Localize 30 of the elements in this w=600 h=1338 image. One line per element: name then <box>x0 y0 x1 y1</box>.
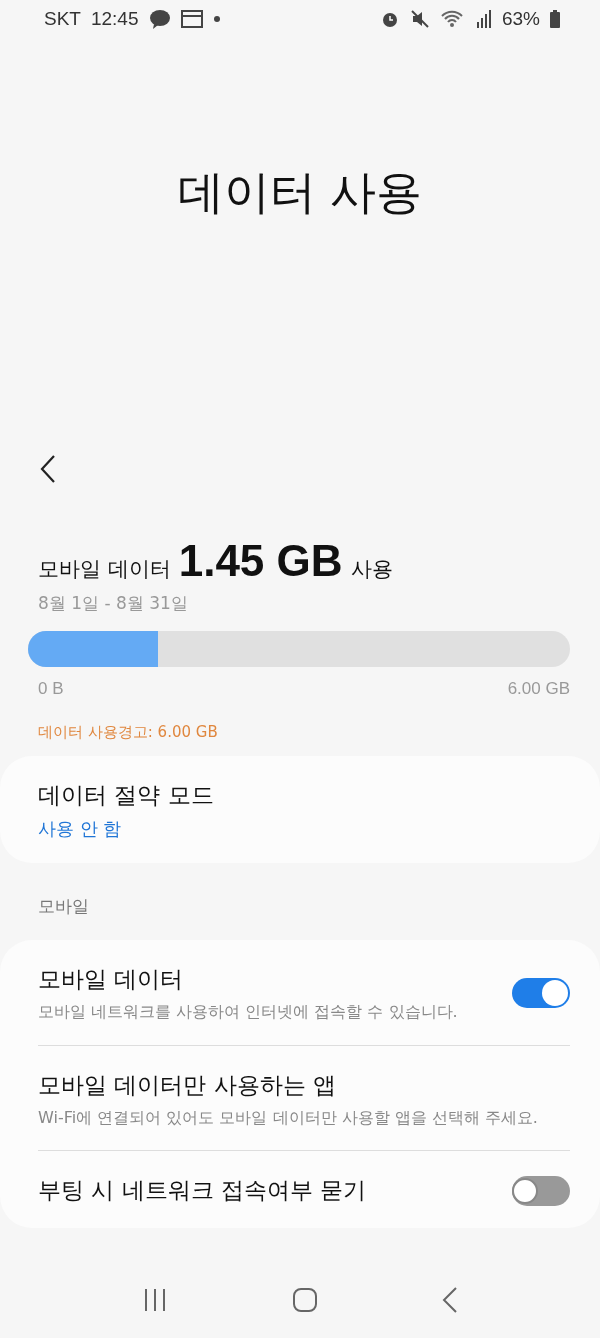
page-title: 데이터 사용 <box>177 164 423 221</box>
setting-subtitle: Wi-Fi에 연결되어 있어도 모바일 데이터만 사용할 앱을 선택해 주세요. <box>38 1106 539 1129</box>
period-text: 8월 1일 - 8월 31일 <box>38 592 189 615</box>
recent-apps-icon <box>142 1287 168 1313</box>
battery-icon <box>550 10 560 28</box>
back-icon <box>40 454 56 484</box>
toggle-switch[interactable] <box>512 978 570 1009</box>
mute-icon <box>409 9 430 29</box>
dot-icon <box>212 15 221 23</box>
usage-suffix: 사용 <box>350 556 393 583</box>
home-icon <box>292 1287 318 1313</box>
warning-text: 데이터 사용경고: 6.00 GB <box>38 723 219 742</box>
setting-title[interactable]: 모바일 데이터 <box>38 964 492 995</box>
usage-label: 모바일 데이터 <box>38 556 171 583</box>
min-label: 0 B <box>38 679 64 699</box>
saver-item[interactable]: 데이터 절약 모드 사용 안 함 <box>38 756 570 863</box>
back-nav-icon <box>442 1287 458 1313</box>
toggle-switch[interactable] <box>512 1175 570 1206</box>
carrier-text: SKT <box>44 8 81 30</box>
battery-text: 63% <box>501 8 540 30</box>
section-header: 모바일 <box>37 895 90 918</box>
usage-amount: 1.45 GB <box>178 536 343 586</box>
clock-text: 12:45 <box>90 8 139 30</box>
max-label: 6.00 GB <box>507 679 570 699</box>
setting-title[interactable]: 모바일 데이터만 사용하는 앱 <box>38 1069 570 1101</box>
chat-bubble-icon <box>148 9 171 29</box>
setting-subtitle: 모바일 네트워크를 사용하여 인터넷에 접속할 수 있습니다. <box>38 1001 459 1023</box>
signal-icon <box>475 10 492 28</box>
setting-title[interactable]: 부팅 시 네트워크 접속여부 묻기 <box>38 1175 492 1207</box>
card-icon <box>180 10 203 28</box>
